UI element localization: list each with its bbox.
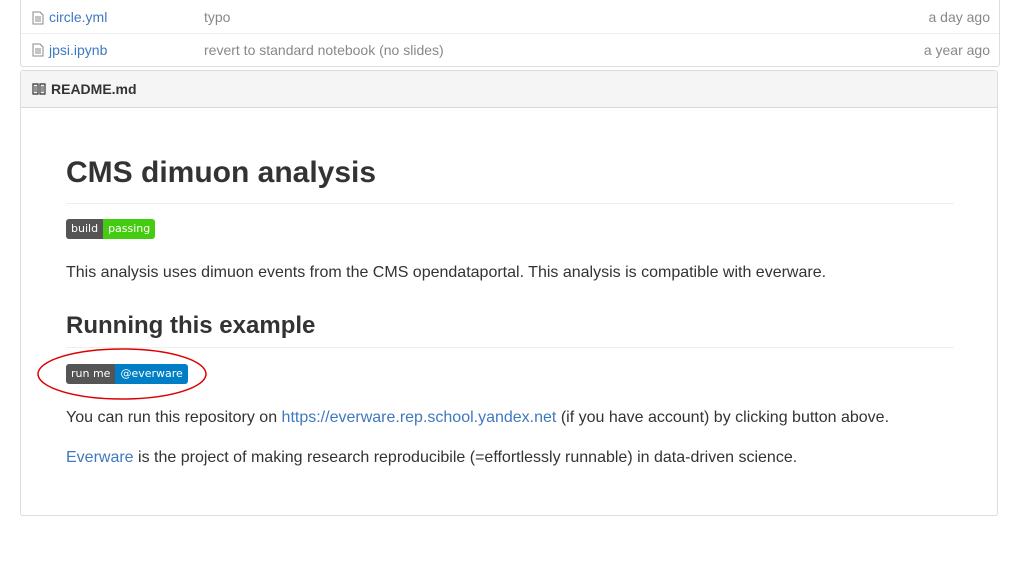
book-icon — [32, 83, 46, 95]
file-icon — [32, 11, 44, 25]
commit-age: a year ago — [923, 42, 990, 58]
badge-label: build — [66, 219, 104, 239]
run-text-before: You can run this repository on — [66, 409, 282, 426]
readme-panel: README.md CMS dimuon analysis build pass… — [20, 70, 998, 516]
file-link[interactable]: circle.yml — [49, 9, 204, 25]
run-instructions: You can run this repository on https://e… — [66, 408, 889, 428]
build-status-badge[interactable]: build passing — [66, 219, 156, 239]
badge-status: passing — [103, 219, 156, 239]
commit-message[interactable]: revert to standard notebook (no slides) — [204, 42, 924, 58]
file-icon — [32, 43, 44, 57]
file-row: jpsi.ipynb revert to standard notebook (… — [21, 33, 999, 66]
file-row: circle.yml typo a day ago — [21, 0, 999, 33]
annotation-circle — [37, 348, 207, 400]
everware-description: Everware is the project of making resear… — [66, 448, 797, 468]
file-list: circle.yml typo a day ago jpsi.ipynb rev… — [20, 0, 1000, 67]
run-text-after: (if you have account) by clicking button… — [556, 409, 890, 426]
everware-text: is the project of making research reprod… — [133, 449, 798, 466]
readme-title: CMS dimuon analysis — [66, 155, 954, 204]
file-link[interactable]: jpsi.ipynb — [49, 42, 204, 58]
readme-filename: README.md — [51, 81, 137, 97]
everware-url-link[interactable]: https://everware.rep.school.yandex.net — [282, 409, 557, 426]
readme-header: README.md — [21, 71, 997, 108]
commit-age: a day ago — [928, 9, 991, 25]
intro-paragraph: This analysis uses dimuon events from th… — [66, 264, 827, 281]
commit-message[interactable]: typo — [204, 9, 929, 25]
section-heading: Running this example — [66, 313, 954, 348]
everware-link[interactable]: Everware — [66, 449, 134, 466]
